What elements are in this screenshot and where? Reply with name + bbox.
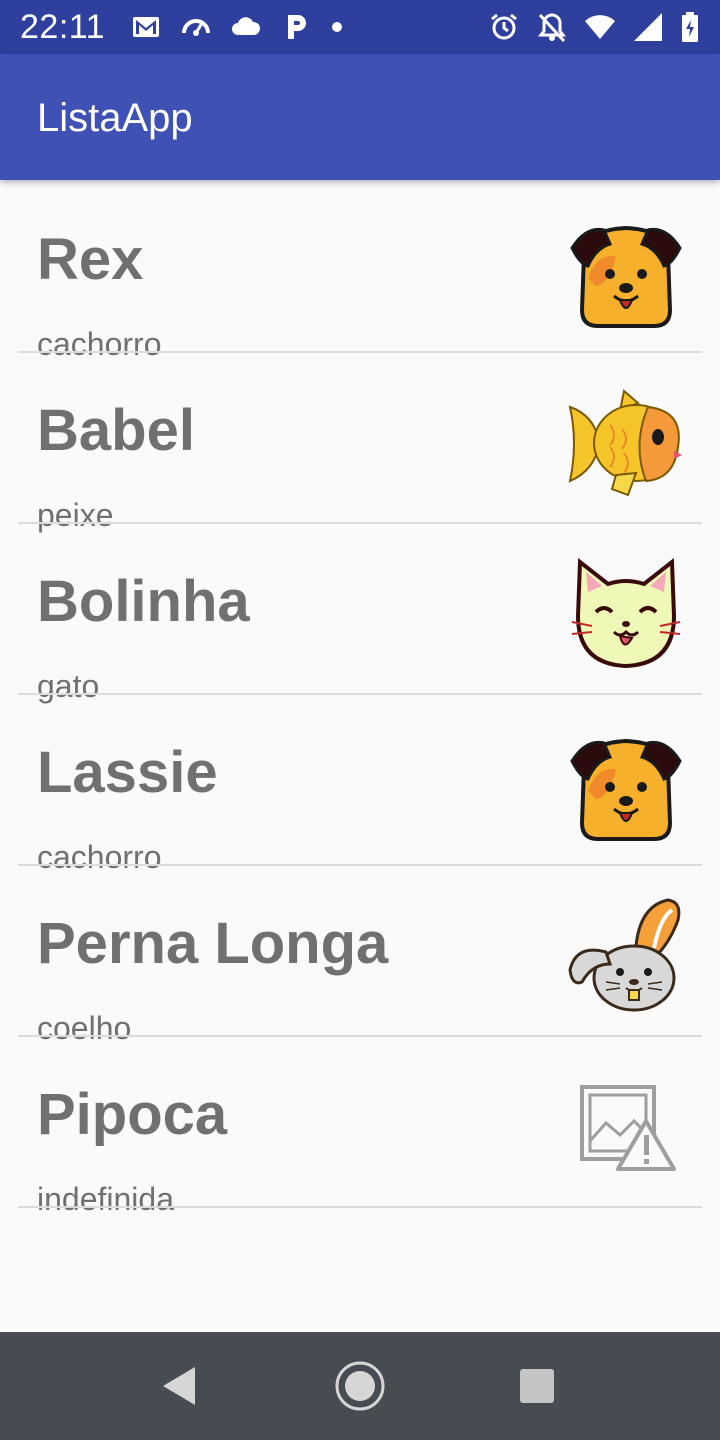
recents-icon[interactable] xyxy=(510,1359,564,1413)
divider xyxy=(18,1206,702,1208)
fish-icon xyxy=(566,385,686,503)
speed-icon xyxy=(180,11,212,43)
status-time: 22:11 xyxy=(20,8,106,46)
list-item[interactable]: Perna Longa coelho xyxy=(0,864,720,1046)
rabbit-icon xyxy=(566,898,686,1016)
status-icons-right xyxy=(488,10,700,44)
dog-icon xyxy=(566,727,686,845)
status-bar: 22:11 xyxy=(0,0,720,54)
broken-image-icon xyxy=(566,1069,686,1187)
list-item[interactable]: Babel peixe xyxy=(0,351,720,533)
item-name: Perna Longa xyxy=(37,911,389,976)
back-icon[interactable] xyxy=(153,1359,207,1413)
list-item[interactable]: Lassie cachorro xyxy=(0,693,720,875)
wifi-icon xyxy=(584,11,616,43)
cloud-icon xyxy=(230,11,262,43)
item-name: Pipoca xyxy=(37,1082,228,1147)
app-bar: ListaApp xyxy=(0,54,720,180)
status-icons-left xyxy=(130,10,344,44)
list-item[interactable]: Rex cachorro xyxy=(0,180,720,362)
item-name: Lassie xyxy=(37,740,218,805)
dot-icon xyxy=(330,11,344,43)
animal-list[interactable]: Rex cachorro Babel peixe Bolinha gato La… xyxy=(0,180,720,1217)
item-name: Bolinha xyxy=(37,569,250,634)
dog-icon xyxy=(566,214,686,332)
navigation-bar xyxy=(0,1332,720,1440)
list-item[interactable]: Bolinha gato xyxy=(0,522,720,704)
cat-icon xyxy=(566,556,686,674)
list-item[interactable]: Pipoca indefinida xyxy=(0,1035,720,1217)
alarm-icon xyxy=(488,11,520,43)
item-type: indefinida xyxy=(37,1181,174,1217)
app-title: ListaApp xyxy=(37,96,193,140)
battery-icon xyxy=(680,11,700,43)
item-name: Babel xyxy=(37,398,195,463)
item-name: Rex xyxy=(37,227,144,292)
home-icon[interactable] xyxy=(333,1359,387,1413)
signal-icon xyxy=(632,11,664,43)
parking-icon xyxy=(280,11,312,43)
notifications-off-icon xyxy=(536,11,568,43)
gmail-icon xyxy=(130,11,162,43)
